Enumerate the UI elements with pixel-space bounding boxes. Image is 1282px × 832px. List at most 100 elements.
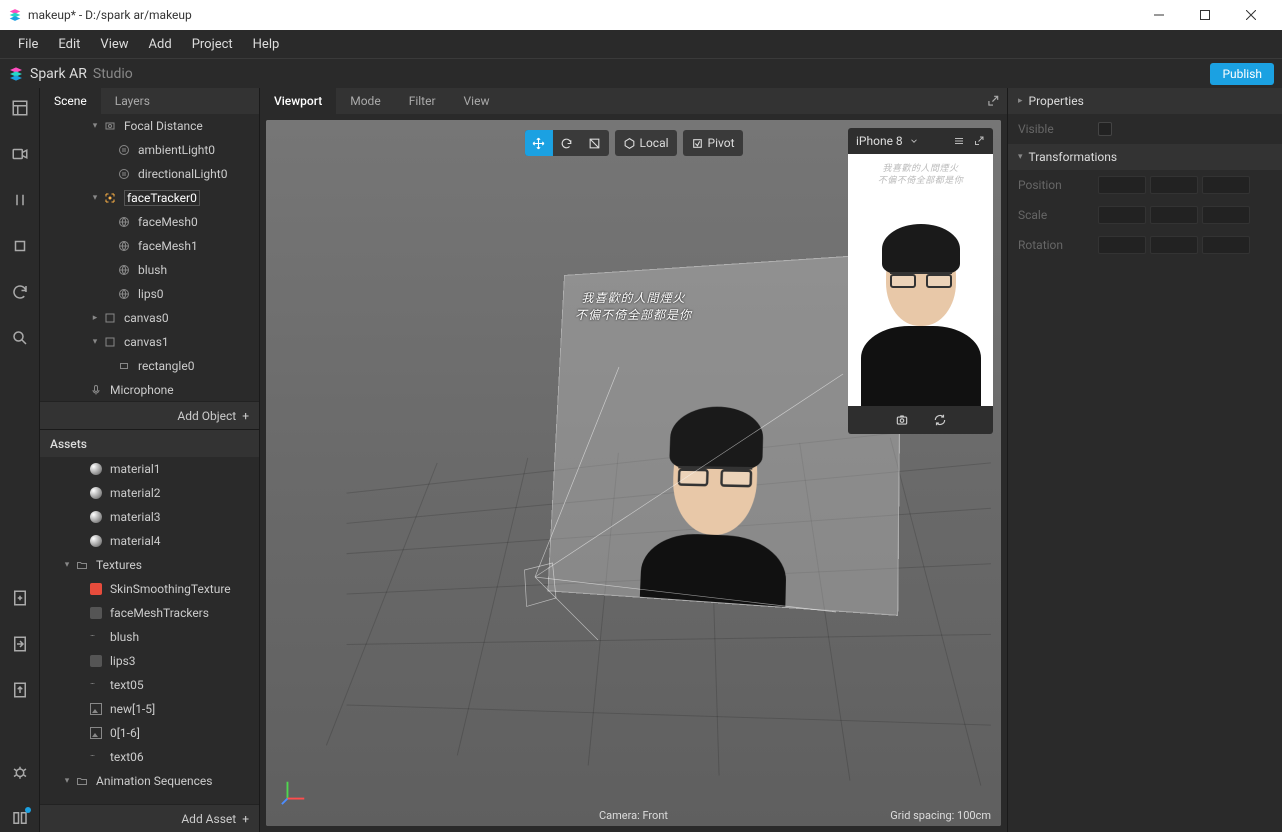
menu-icon[interactable] [953, 135, 965, 147]
expand-toggle[interactable]: ▾ [60, 560, 74, 570]
activity-video-icon[interactable] [6, 140, 34, 168]
activity-bug-icon[interactable] [6, 758, 34, 786]
tree-label: lips3 [110, 654, 136, 668]
menu-project[interactable]: Project [182, 30, 243, 58]
activity-refresh-icon[interactable] [6, 278, 34, 306]
tree-row[interactable]: ▸canvas0 [40, 306, 259, 330]
tool-move-icon[interactable] [524, 130, 552, 156]
sphere-icon [88, 463, 104, 475]
tool-pivot-button[interactable]: Pivot [683, 130, 743, 156]
menu-edit[interactable]: Edit [48, 30, 90, 58]
tree-row[interactable]: material3 [40, 505, 259, 529]
expand-toggle[interactable]: ▸ [88, 313, 102, 323]
chevron-down-icon: ▾ [1018, 152, 1023, 162]
position-x-input[interactable] [1098, 176, 1146, 194]
tree-row[interactable]: directionalLight0 [40, 162, 259, 186]
menu-help[interactable]: Help [243, 30, 290, 58]
tree-row[interactable]: material1 [40, 457, 259, 481]
add-asset-button[interactable]: Add Asset + [40, 804, 259, 832]
camera-label: Camera: Front [599, 809, 668, 822]
rotate-camera-icon[interactable] [933, 413, 947, 427]
tree-row[interactable]: Microphone [40, 378, 259, 401]
position-z-input[interactable] [1202, 176, 1250, 194]
rotation-x-input[interactable] [1098, 236, 1146, 254]
tree-label: faceMesh1 [138, 239, 198, 253]
transformations-header[interactable]: ▾ Transformations [1008, 144, 1282, 170]
tree-row[interactable]: ▾canvas1 [40, 330, 259, 354]
close-button[interactable] [1228, 0, 1274, 30]
tab-layers[interactable]: Layers [101, 88, 164, 114]
tree-row[interactable]: blush [40, 258, 259, 282]
brand-suffix: Studio [93, 66, 133, 82]
tool-local-button[interactable]: Local [614, 130, 676, 156]
device-selector[interactable]: iPhone 8 [856, 134, 919, 148]
maximize-button[interactable] [1182, 0, 1228, 30]
position-y-input[interactable] [1150, 176, 1198, 194]
tree-row[interactable]: rectangle0 [40, 354, 259, 378]
properties-panel: ▸ Properties Visible ▾ Transformations P… [1007, 88, 1282, 832]
tab-scene[interactable]: Scene [40, 88, 101, 114]
tree-row[interactable]: faceMesh1 [40, 234, 259, 258]
tree-row[interactable]: new[1-5] [40, 697, 259, 721]
activity-upload-icon[interactable] [6, 676, 34, 704]
expand-toggle[interactable]: ▾ [88, 121, 102, 131]
tree-row[interactable]: ▾Textures [40, 553, 259, 577]
txt-icon: ··· [88, 632, 104, 642]
tool-rotate-icon[interactable] [552, 130, 580, 156]
tree-row[interactable]: ···blush [40, 625, 259, 649]
minimize-button[interactable] [1136, 0, 1182, 30]
tree-row[interactable]: ···text06 [40, 745, 259, 769]
scale-x-input[interactable] [1098, 206, 1146, 224]
activity-export-icon[interactable] [6, 630, 34, 658]
tree-row[interactable]: lips3 [40, 649, 259, 673]
tree-row[interactable]: faceMeshTrackers [40, 601, 259, 625]
menu-add[interactable]: Add [139, 30, 182, 58]
expand-toggle[interactable]: ▾ [88, 337, 102, 347]
property-rotation-label: Rotation [1018, 238, 1098, 252]
tree-row[interactable]: ▾Animation Sequences [40, 769, 259, 793]
activity-stop-icon[interactable] [6, 232, 34, 260]
activity-add-file-icon[interactable] [6, 584, 34, 612]
rotation-z-input[interactable] [1202, 236, 1250, 254]
publish-button[interactable]: Publish [1210, 63, 1274, 85]
tree-row[interactable]: material4 [40, 529, 259, 553]
tool-scale-icon[interactable] [580, 130, 608, 156]
scale-y-input[interactable] [1150, 206, 1198, 224]
viewport-tab-filter[interactable]: Filter [395, 88, 450, 114]
tree-label: material3 [110, 510, 161, 524]
tree-row[interactable]: ▾Focal Distance [40, 114, 259, 138]
activity-workspace-icon[interactable] [6, 94, 34, 122]
visible-checkbox[interactable] [1098, 122, 1112, 136]
tree-row[interactable]: 0[1-6] [40, 721, 259, 745]
tree-row[interactable]: faceMesh0 [40, 210, 259, 234]
side-panel: Scene Layers ▾Focal DistanceambientLight… [40, 88, 260, 832]
viewport-tab-mode[interactable]: Mode [336, 88, 394, 114]
activity-library-icon[interactable] [6, 804, 34, 832]
assets-tree[interactable]: material1material2 material3 material4▾Tex… [40, 457, 259, 804]
menu-file[interactable]: File [8, 30, 48, 58]
viewport-tab-viewport[interactable]: Viewport [260, 88, 336, 114]
rotation-y-input[interactable] [1150, 236, 1198, 254]
popout-icon[interactable] [973, 135, 985, 147]
viewport-tab-view[interactable]: View [450, 88, 504, 114]
activity-pause-icon[interactable] [6, 186, 34, 214]
menu-view[interactable]: View [90, 30, 138, 58]
tracker-icon [102, 192, 118, 204]
expand-toggle[interactable]: ▾ [60, 776, 74, 786]
tree-row[interactable]: ···text05 [40, 673, 259, 697]
add-object-button[interactable]: Add Object + [40, 401, 259, 429]
capture-icon[interactable] [895, 413, 909, 427]
expand-toggle[interactable]: ▾ [88, 193, 102, 203]
scene-tree[interactable]: ▾Focal DistanceambientLight0directionalL… [40, 114, 259, 401]
window-title: makeup* - D:/spark ar/makeup [28, 8, 1136, 22]
popout-icon[interactable] [979, 94, 1007, 108]
tree-row[interactable]: lips0 [40, 282, 259, 306]
scale-z-input[interactable] [1202, 206, 1250, 224]
tree-row[interactable]: ambientLight0 [40, 138, 259, 162]
tree-row[interactable]: SkinSmoothingTexture [40, 577, 259, 601]
activity-search-icon[interactable] [6, 324, 34, 352]
tree-row[interactable]: material2 [40, 481, 259, 505]
tree-row[interactable]: ▾faceTracker0 [40, 186, 259, 210]
viewport-3d[interactable]: 我喜歡的人間煙火 不偏不倚全部都是你 Local Pivot [266, 120, 1001, 826]
properties-header[interactable]: ▸ Properties [1008, 88, 1282, 114]
